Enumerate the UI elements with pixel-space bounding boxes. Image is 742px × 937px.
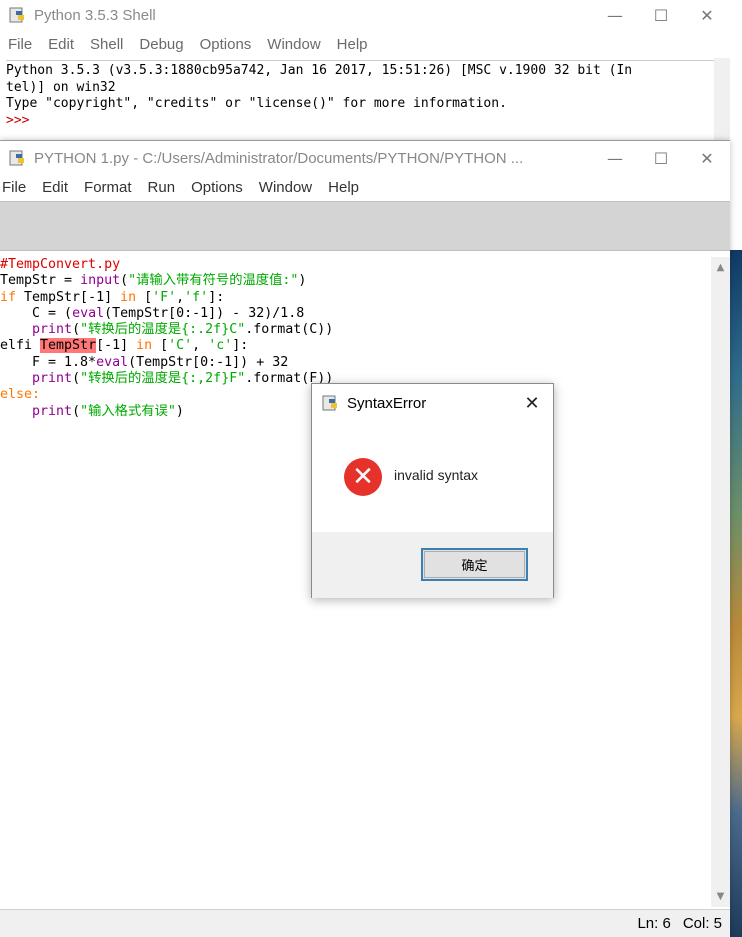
shell-prompt: >>> xyxy=(6,112,30,128)
editor-title: PYTHON 1.py - C:/Users/Administrator/Doc… xyxy=(34,149,524,167)
menu-help[interactable]: Help xyxy=(337,36,368,53)
shell-titlebar[interactable]: Python 3.5.3 Shell — ☐ ✕ xyxy=(0,0,730,30)
code-line: #TempConvert.py xyxy=(0,257,121,272)
code-line: if TempStr[-1] in ['F','f']: xyxy=(0,289,225,305)
menu-edit[interactable]: Edit xyxy=(42,179,68,196)
shell-banner-line: tel)] on win32 xyxy=(6,79,116,95)
error-icon: ✕ xyxy=(344,458,382,496)
desktop-background xyxy=(728,250,742,937)
menu-edit[interactable]: Edit xyxy=(48,36,74,53)
syntax-error-dialog: SyntaxError ✕ ✕ invalid syntax 确定 xyxy=(311,383,554,598)
shell-output[interactable]: Python 3.5.3 (v3.5.3:1880cb95a742, Jan 1… xyxy=(6,60,716,138)
dialog-close-button[interactable]: ✕ xyxy=(511,384,553,422)
maximize-button[interactable]: ☐ xyxy=(638,143,684,173)
minimize-button[interactable]: — xyxy=(592,143,638,173)
column-indicator: Col: 5 xyxy=(682,915,722,932)
menu-window[interactable]: Window xyxy=(267,36,320,53)
error-message: invalid syntax xyxy=(394,467,479,483)
menu-options[interactable]: Options xyxy=(191,179,243,196)
menu-file[interactable]: File xyxy=(8,36,32,53)
scroll-down-icon[interactable]: ▼ xyxy=(711,888,730,905)
status-bar: Ln: 6 Col: 5 xyxy=(0,909,730,937)
dialog-footer: 确定 xyxy=(312,532,553,598)
syntax-error-highlight: TempStr xyxy=(40,338,97,354)
close-button[interactable]: ✕ xyxy=(684,143,730,173)
python-icon xyxy=(322,395,337,411)
editor-titlebar[interactable]: PYTHON 1.py - C:/Users/Administrator/Doc… xyxy=(0,143,730,173)
shell-scrollbar[interactable] xyxy=(714,58,730,140)
code-line: elfi TempStr[-1] in ['C', 'c']: xyxy=(0,338,249,354)
close-button[interactable]: ✕ xyxy=(684,0,730,30)
shell-banner-line: Type "copyright", "credits" or "license(… xyxy=(6,96,507,111)
shell-title: Python 3.5.3 Shell xyxy=(34,6,156,24)
maximize-button[interactable]: ☐ xyxy=(638,0,684,30)
menu-help[interactable]: Help xyxy=(328,179,359,196)
editor-scrollbar[interactable]: ▲ ▼ xyxy=(711,257,730,907)
scroll-up-icon[interactable]: ▲ xyxy=(711,259,730,276)
menu-format[interactable]: Format xyxy=(84,179,132,196)
code-line: C = (eval(TempStr[0:-1]) - 32)/1.8 xyxy=(0,305,305,321)
dialog-body: ✕ invalid syntax xyxy=(312,422,553,532)
code-line: F = 1.8*eval(TempStr[0:-1]) + 32 xyxy=(0,354,289,370)
menu-file[interactable]: File xyxy=(2,179,26,196)
minimize-button[interactable]: — xyxy=(592,0,638,30)
menu-run[interactable]: Run xyxy=(148,179,176,196)
editor-menubar: File Edit Format Run Options Window Help xyxy=(0,174,730,200)
menu-debug[interactable]: Debug xyxy=(139,36,183,53)
ok-button[interactable]: 确定 xyxy=(421,548,528,581)
dialog-titlebar[interactable]: SyntaxError ✕ xyxy=(312,384,553,422)
python-idle-icon xyxy=(9,7,24,23)
line-indicator: Ln: 6 xyxy=(637,915,671,932)
code-line: TempStr = input("请输入带有符号的温度值:") xyxy=(0,273,307,289)
shell-window: Python 3.5.3 Shell — ☐ ✕ File Edit Shell… xyxy=(0,0,730,140)
menu-window[interactable]: Window xyxy=(259,179,312,196)
shell-menubar: File Edit Shell Debug Options Window Hel… xyxy=(0,31,730,57)
shell-banner-line: Python 3.5.3 (v3.5.3:1880cb95a742, Jan 1… xyxy=(6,63,633,78)
python-file-icon xyxy=(9,150,24,166)
editor-toolbar-area xyxy=(0,201,730,251)
menu-options[interactable]: Options xyxy=(200,36,252,53)
code-line: print("转换后的温度是{:.2f}C".format(C)) xyxy=(32,322,334,338)
dialog-title: SyntaxError xyxy=(347,394,427,412)
menu-shell[interactable]: Shell xyxy=(90,36,123,53)
